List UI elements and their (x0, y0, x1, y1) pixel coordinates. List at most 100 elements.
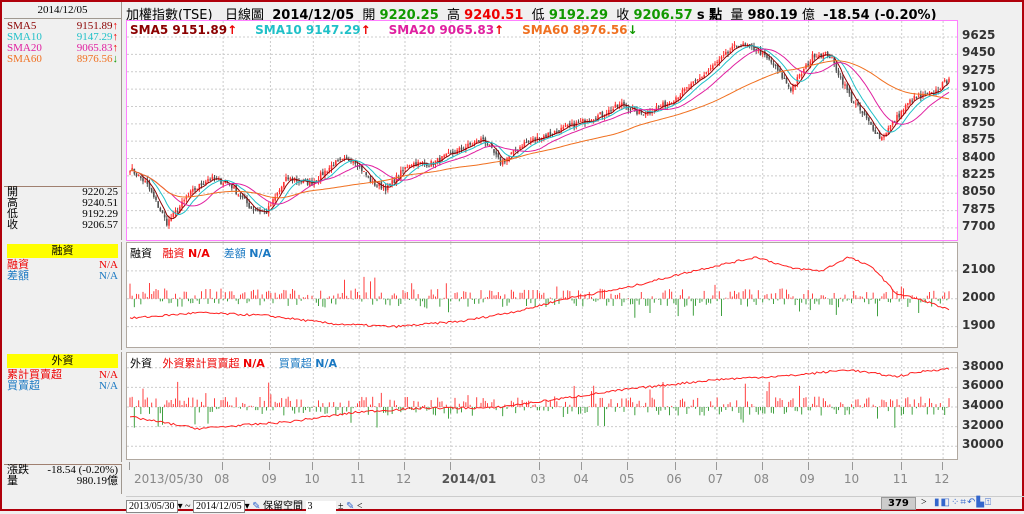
candle-body (159, 208, 162, 212)
y-tick-label: 8750 (962, 114, 996, 129)
candle-body (387, 185, 389, 191)
candle-body (699, 77, 701, 80)
to-dropdown-icon[interactable]: ▾ (245, 501, 250, 512)
candle-body (187, 195, 190, 197)
diff-label: 差額 (7, 270, 29, 282)
legend-sma60: SMA60 8976.56↓ (522, 23, 638, 37)
candle-body (629, 109, 632, 111)
candle-body (233, 186, 235, 189)
candle-body (404, 167, 406, 170)
scroll-right-button[interactable]: > (921, 497, 927, 508)
candle-body (545, 134, 547, 137)
legend-sma10: SMA10 9147.29↑ (255, 23, 371, 37)
candle-body (668, 102, 671, 104)
settings-icon[interactable]: ✎ (346, 501, 354, 512)
from-dropdown-icon[interactable]: ▾ (178, 501, 183, 512)
candle-body (285, 176, 287, 182)
candle-body (863, 111, 866, 115)
margin-legend-name: 融資 (130, 247, 152, 260)
candle-body (582, 119, 584, 122)
candle-body (772, 63, 775, 66)
foreign-info-panel: 外資 累計買賣超 N/A 買賣超 N/A (4, 352, 122, 462)
x-tick (851, 462, 853, 470)
candle-body (787, 84, 790, 87)
candle-body (276, 193, 279, 196)
candle-body (798, 74, 801, 78)
candle-body (855, 103, 857, 105)
candle-body (660, 106, 662, 108)
candle-body (811, 54, 814, 63)
arrow-icon: ↑ (494, 23, 505, 37)
candle-body (525, 142, 528, 144)
net-label: 買賣超 (7, 380, 40, 392)
candle-body (406, 167, 409, 169)
to-date-input[interactable]: 2014/12/05 (193, 500, 245, 513)
apply-icon[interactable]: ✎ (252, 501, 260, 512)
candle-body (137, 174, 140, 177)
candle-body (280, 186, 283, 192)
candle-body (850, 92, 853, 102)
candle-body (601, 111, 604, 117)
scroll-left-button[interactable]: < (357, 501, 363, 512)
from-date-input[interactable]: 2013/05/30 (126, 500, 178, 513)
x-tick (581, 462, 583, 470)
arrow-icon: ↑ (360, 23, 371, 37)
candle-body (842, 77, 844, 85)
candle-body (898, 113, 900, 118)
candle-body (556, 131, 558, 133)
candle-body (328, 167, 331, 171)
candle-body (458, 147, 461, 151)
candle-body (800, 74, 803, 76)
margin-info-panel: 融資 融資 N/A 差額 N/A (4, 242, 122, 350)
ohlc-row: 收 9206.57 (4, 220, 121, 231)
candle-body (469, 142, 471, 145)
candle-body (283, 182, 285, 187)
candle-body (166, 218, 168, 226)
candle-body (272, 199, 274, 205)
candle-body (322, 171, 324, 176)
candle-body (683, 88, 686, 91)
candle-body (861, 111, 864, 114)
candle-body (839, 76, 842, 78)
candle-body (168, 219, 170, 226)
candle-body (248, 203, 250, 208)
candle-body (876, 132, 879, 134)
candle-body (315, 180, 318, 182)
margin-title: 融資 (7, 244, 118, 258)
candle-body (865, 113, 868, 119)
candle-body (428, 165, 430, 167)
price-panel[interactable]: SMA5 9151.89↑ SMA10 9147.29↑ SMA20 9065.83… (126, 20, 959, 242)
x-tick-label: 07 (707, 472, 724, 486)
price-info-panel: 2014/12/05 SMA5 9151.89↑ SMA10 9147.29↑ SMA2… (4, 2, 122, 240)
margin-panel[interactable]: 融資 融資 N/A 差額 N/A (126, 242, 959, 349)
legend-sma5: SMA5 9151.89↑ (130, 23, 238, 37)
stepper-icon[interactable]: ± (338, 501, 344, 512)
y-tick-label: 8050 (962, 184, 996, 199)
candle-body (564, 125, 567, 127)
candle-body (790, 88, 792, 91)
y-tick-label: 2100 (962, 261, 996, 276)
candle-body (335, 160, 337, 165)
candle-body (345, 156, 348, 159)
candle-body (946, 80, 948, 84)
reserve-input[interactable]: 3 (305, 501, 336, 514)
candle-body (720, 56, 723, 60)
candle-body (553, 130, 556, 134)
candle-body (595, 118, 597, 120)
candle-body (135, 173, 138, 177)
candle-body (829, 56, 831, 58)
candle-body (616, 104, 619, 107)
candle-body (770, 59, 773, 63)
sma-value: 8976.56↓ (76, 53, 118, 65)
foreign-panel[interactable]: 外資 外資累計買賣超 N/A 買賣超 N/A (126, 352, 959, 461)
y-tick-label: 32000 (962, 417, 1004, 432)
x-tick (222, 462, 224, 470)
candle-body (831, 57, 833, 59)
candle-body (549, 131, 552, 135)
toolbar-icons[interactable]: ▮◧⁘⌗↶▙⍐ (934, 497, 992, 508)
diff-value: N/A (99, 270, 118, 282)
candle-body (705, 72, 708, 74)
foreign-legend-v2: N/A (315, 357, 337, 370)
candle-body (657, 105, 660, 107)
candle-body (150, 188, 153, 193)
